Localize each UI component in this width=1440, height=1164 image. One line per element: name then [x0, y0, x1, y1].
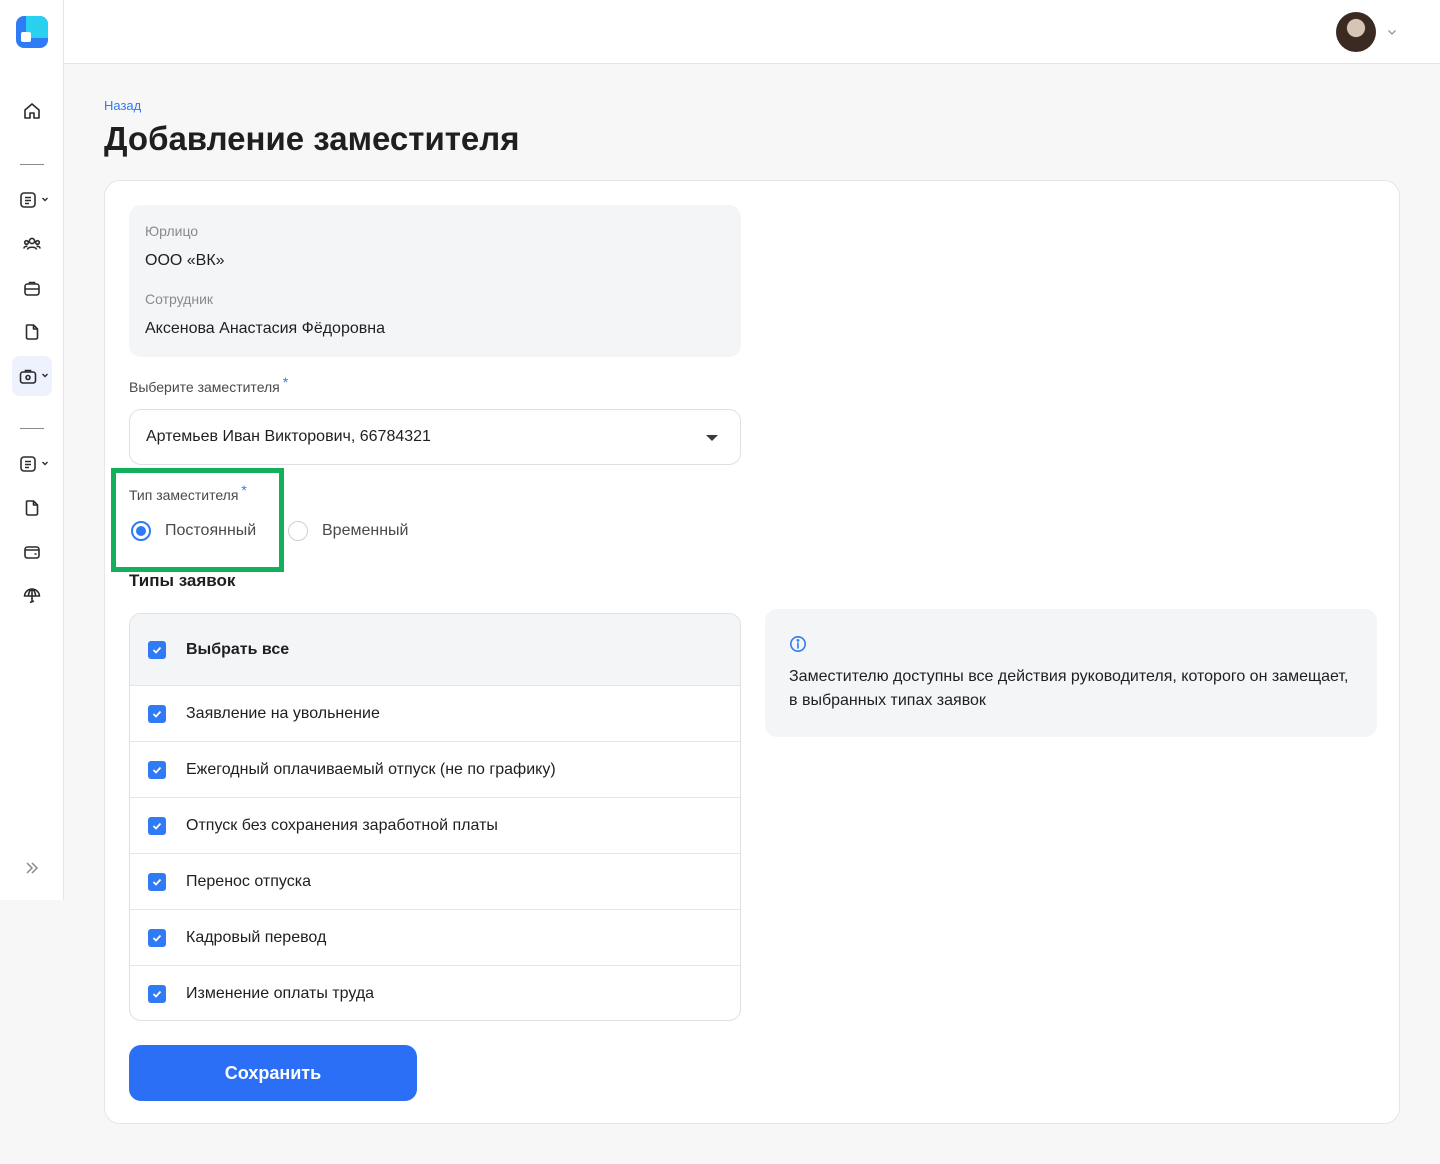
sidebar-item-wallet[interactable] — [12, 532, 52, 572]
request-type-label: Ежегодный оплачиваемый отпуск (не по гра… — [186, 760, 556, 778]
deputy-select-value: Артемьев Иван Викторович, 66784321 — [146, 428, 431, 445]
radio-temporary[interactable]: Временный — [288, 519, 408, 543]
form-card: Юрлицо ООО «ВК» Сотрудник Аксенова Анаст… — [104, 180, 1400, 1124]
briefcase-icon — [24, 281, 40, 296]
employee-info-block: Юрлицо ООО «ВК» Сотрудник Аксенова Анаст… — [129, 205, 741, 357]
sidebar — [0, 0, 64, 900]
checkmark-icon — [152, 766, 162, 774]
entity-value: ООО «ВК» — [145, 252, 225, 269]
info-icon — [790, 636, 806, 652]
chevron-down-icon — [42, 197, 48, 202]
app-logo[interactable] — [16, 16, 48, 48]
sidebar-item-management[interactable] — [12, 356, 52, 396]
deputy-type-label-text: Тип заместителя — [129, 487, 239, 503]
radio-temporary-circle[interactable] — [288, 521, 308, 541]
list-item[interactable]: Перенос отпуска — [130, 854, 740, 910]
sidebar-expand-button[interactable] — [12, 848, 52, 888]
checkmark-icon — [152, 710, 162, 718]
request-types-title: Типы заявок — [129, 571, 236, 590]
file-icon — [25, 500, 39, 516]
list-item[interactable]: Заявление на увольнение — [130, 686, 740, 742]
save-button[interactable]: Сохранить — [129, 1045, 417, 1101]
chevron-down-icon — [42, 461, 48, 466]
document-list-icon — [20, 456, 36, 472]
user-avatar[interactable] — [1336, 12, 1376, 52]
request-types-list: Выбрать все Заявление на увольнение Ежег… — [129, 613, 741, 1021]
request-type-checkbox[interactable] — [148, 985, 166, 1003]
list-item[interactable]: Кадровый перевод — [130, 910, 740, 966]
sidebar-item-requests[interactable] — [12, 444, 52, 484]
select-all-label: Выбрать все — [186, 640, 290, 658]
deputy-select-label: Выберите заместителя * — [129, 374, 288, 395]
deputy-type-label: Тип заместителя * — [129, 482, 247, 503]
top-header — [64, 0, 1440, 64]
double-chevron-right-icon — [26, 862, 39, 874]
request-type-label: Кадровый перевод — [186, 928, 327, 946]
checkmark-icon — [152, 646, 162, 654]
radio-permanent-circle[interactable] — [131, 521, 151, 541]
sidebar-divider — [20, 428, 44, 429]
request-type-checkbox[interactable] — [148, 760, 166, 779]
sidebar-item-file[interactable] — [12, 488, 52, 528]
employee-value: Аксенова Анастасия Фёдоровна — [145, 320, 385, 337]
deputy-select[interactable]: Артемьев Иван Викторович, 66784321 — [129, 409, 741, 465]
chevron-down-icon — [42, 373, 48, 378]
request-type-checkbox[interactable] — [148, 872, 166, 891]
notice-text: Заместителю доступны все действия руково… — [789, 668, 1349, 709]
request-type-label: Заявление на увольнение — [186, 704, 380, 722]
people-icon — [23, 237, 41, 250]
request-type-label: Отпуск без сохранения заработной платы — [186, 816, 498, 834]
select-all-row[interactable]: Выбрать все — [130, 614, 740, 686]
list-item[interactable]: Изменение оплаты труда — [130, 966, 740, 1020]
employee-label: Сотрудник — [145, 291, 214, 307]
sidebar-item-vacation[interactable] — [12, 576, 52, 616]
page-title: Добавление заместителя — [104, 120, 520, 157]
select-all-checkbox[interactable] — [148, 640, 166, 659]
dropdown-arrow-icon — [706, 435, 718, 441]
radio-temporary-label: Временный — [322, 522, 409, 539]
file-icon — [25, 324, 39, 340]
request-type-checkbox[interactable] — [148, 704, 166, 723]
checkmark-icon — [152, 878, 162, 886]
list-item[interactable]: Отпуск без сохранения заработной платы — [130, 798, 740, 854]
sidebar-item-files[interactable] — [12, 312, 52, 352]
case-settings-icon — [19, 369, 37, 384]
required-mark: * — [282, 374, 289, 390]
back-link[interactable]: Назад — [104, 98, 141, 113]
list-item[interactable]: Ежегодный оплачиваемый отпуск (не по гра… — [130, 742, 740, 798]
wallet-icon — [24, 546, 40, 559]
umbrella-icon — [23, 588, 41, 604]
sidebar-item-home[interactable] — [12, 91, 52, 131]
document-list-icon — [20, 192, 36, 208]
info-notice: Заместителю доступны все действия руково… — [765, 609, 1377, 737]
radio-permanent[interactable]: Постоянный — [131, 519, 256, 543]
deputy-select-label-text: Выберите заместителя — [129, 379, 280, 395]
request-type-checkbox[interactable] — [148, 928, 166, 947]
home-icon — [24, 103, 40, 119]
entity-label: Юрлицо — [145, 223, 199, 239]
radio-permanent-label: Постоянный — [165, 522, 257, 539]
required-mark: * — [241, 482, 247, 498]
request-type-label: Изменение оплаты труда — [186, 985, 375, 1002]
request-type-label: Перенос отпуска — [186, 872, 311, 890]
sidebar-divider — [20, 164, 44, 165]
checkmark-icon — [152, 934, 162, 942]
chevron-down-icon[interactable] — [1386, 26, 1398, 38]
sidebar-item-people[interactable] — [12, 224, 52, 264]
checkmark-icon — [152, 990, 162, 998]
checkmark-icon — [152, 822, 162, 830]
sidebar-item-documents[interactable] — [12, 180, 52, 220]
request-type-checkbox[interactable] — [148, 816, 166, 835]
sidebar-item-briefcase[interactable] — [12, 268, 52, 308]
